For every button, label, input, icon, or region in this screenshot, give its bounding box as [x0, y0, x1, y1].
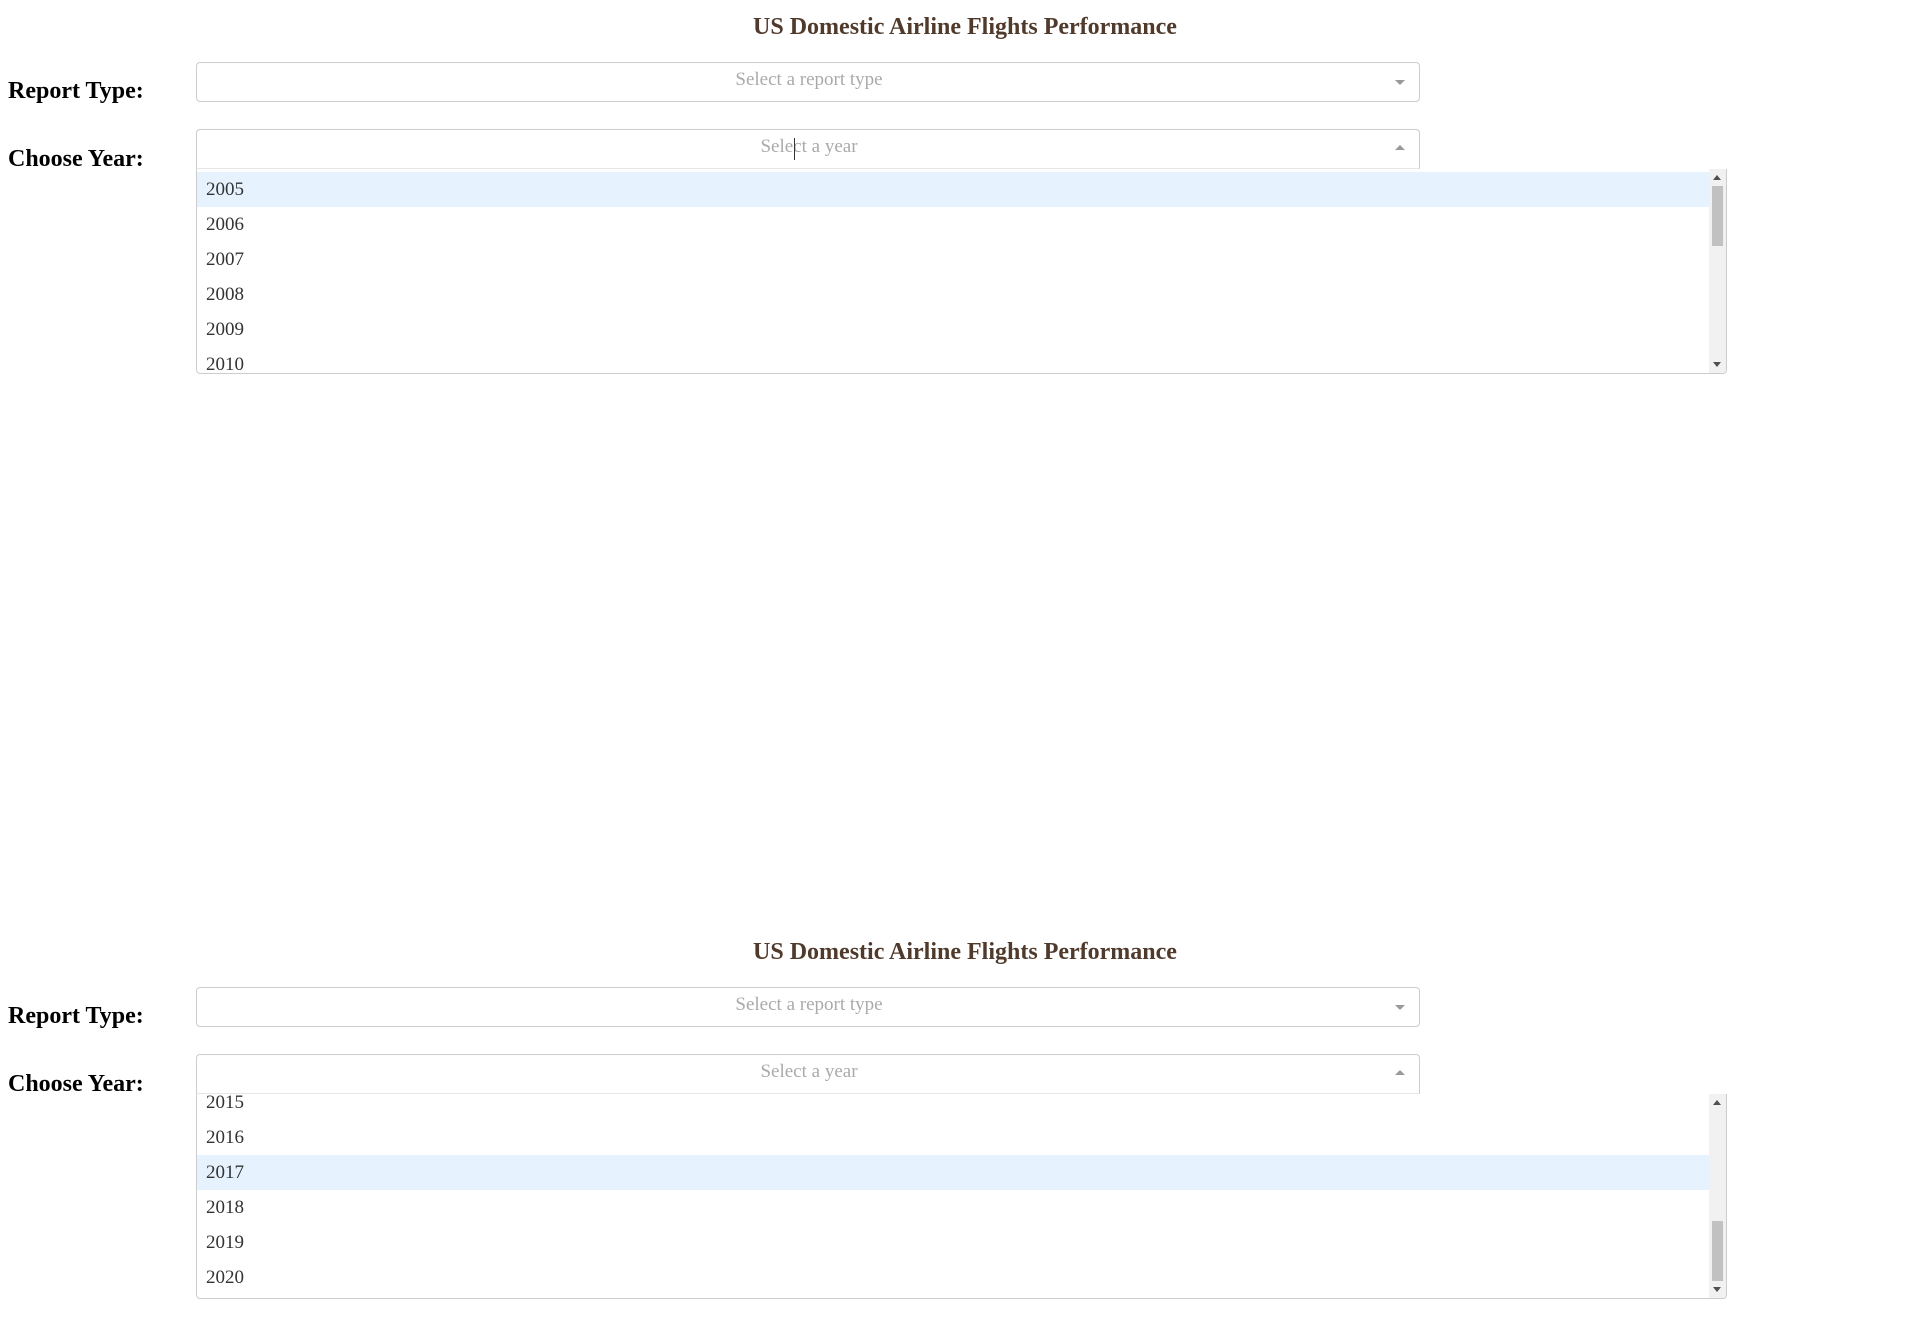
- chevron-up-icon[interactable]: [1395, 1070, 1405, 1075]
- report-type-label: Report Type:: [8, 1003, 144, 1029]
- year-options-menu[interactable]: 2015 2016 2017 2018 2019 2020: [196, 1094, 1727, 1299]
- scrollbar-thumb[interactable]: [1712, 186, 1723, 246]
- choose-year-label: Choose Year:: [8, 1071, 144, 1097]
- chevron-down-icon[interactable]: [1395, 1005, 1405, 1010]
- year-option-2019[interactable]: 2019: [197, 1225, 1709, 1260]
- dashboard-panel-top: US Domestic Airline Flights Performance …: [0, 0, 1920, 400]
- chevron-down-icon[interactable]: [1395, 80, 1405, 85]
- menu-scrollbar[interactable]: [1709, 169, 1726, 373]
- year-dropdown[interactable]: Select a year: [196, 129, 1420, 169]
- year-option-2020[interactable]: 2020: [197, 1260, 1709, 1295]
- year-option-2008[interactable]: 2008: [197, 277, 1709, 312]
- year-option-2015[interactable]: 2015: [197, 1094, 1709, 1120]
- year-option-2018[interactable]: 2018: [197, 1190, 1709, 1225]
- scroll-up-arrow-icon[interactable]: [1713, 1100, 1721, 1105]
- chevron-up-icon[interactable]: [1395, 145, 1405, 150]
- year-placeholder: Select a year: [760, 136, 858, 157]
- report-type-dropdown[interactable]: Select a report type: [196, 62, 1420, 102]
- choose-year-label: Choose Year:: [8, 146, 144, 172]
- year-option-2006[interactable]: 2006: [197, 207, 1709, 242]
- page-title: US Domestic Airline Flights Performance: [753, 939, 1177, 965]
- year-option-2009[interactable]: 2009: [197, 312, 1709, 347]
- page-title: US Domestic Airline Flights Performance: [753, 14, 1177, 40]
- menu-scrollbar[interactable]: [1709, 1094, 1726, 1298]
- year-option-2010[interactable]: 2010: [197, 347, 1709, 373]
- scroll-down-arrow-icon[interactable]: [1713, 1287, 1721, 1292]
- report-type-dropdown[interactable]: Select a report type: [196, 987, 1420, 1027]
- year-option-2005[interactable]: 2005: [197, 172, 1709, 207]
- year-option-2017[interactable]: 2017: [197, 1155, 1709, 1190]
- report-type-placeholder: Select a report type: [735, 994, 883, 1015]
- scrollbar-thumb[interactable]: [1712, 1221, 1723, 1281]
- dashboard-panel-bottom: US Domestic Airline Flights Performance …: [0, 925, 1920, 1325]
- text-cursor: [794, 138, 795, 160]
- report-type-label: Report Type:: [8, 78, 144, 104]
- scroll-up-arrow-icon[interactable]: [1713, 175, 1721, 180]
- year-option-2007[interactable]: 2007: [197, 242, 1709, 277]
- report-type-placeholder: Select a report type: [735, 69, 883, 90]
- year-options-menu[interactable]: 2005 2006 2007 2008 2009 2010: [196, 169, 1727, 374]
- year-option-2016[interactable]: 2016: [197, 1120, 1709, 1155]
- year-dropdown[interactable]: Select a year: [196, 1054, 1420, 1094]
- year-options-list: 2005 2006 2007 2008 2009 2010: [197, 172, 1709, 373]
- year-options-list: 2015 2016 2017 2018 2019 2020: [197, 1094, 1709, 1295]
- scroll-down-arrow-icon[interactable]: [1713, 362, 1721, 367]
- year-placeholder: Select a year: [760, 1061, 858, 1082]
